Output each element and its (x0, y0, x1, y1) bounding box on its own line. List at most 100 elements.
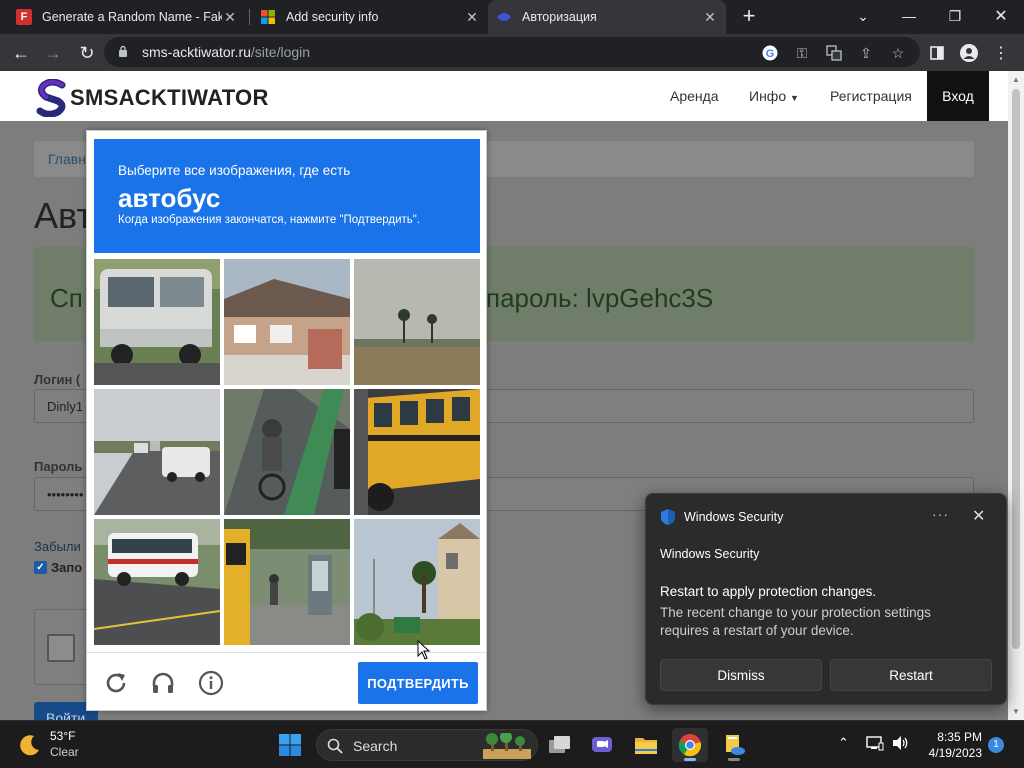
chrome-icon (678, 734, 702, 757)
challenge-hint: Когда изображения закончатся, нажмите "П… (118, 214, 421, 226)
image-tile[interactable] (354, 519, 480, 645)
profile-avatar-icon[interactable] (958, 42, 980, 64)
nav-login[interactable]: Вход (927, 71, 989, 121)
more-options-icon[interactable]: ··· (932, 506, 949, 522)
reload-icon[interactable] (102, 669, 130, 697)
active-indicator (684, 758, 696, 761)
teams-chat-button[interactable] (584, 728, 620, 762)
image-tile[interactable] (224, 519, 350, 645)
notification-badge[interactable]: 1 (988, 737, 1004, 753)
weather-temp: 53°F (50, 729, 76, 743)
file-manager-button[interactable] (716, 728, 752, 762)
network-icon[interactable] (866, 735, 884, 754)
chrome-taskbar-button[interactable] (672, 728, 708, 762)
nav-register[interactable]: Регистрация (830, 88, 912, 104)
close-window-button[interactable]: ✕ (978, 0, 1024, 32)
image-tile[interactable] (94, 259, 220, 385)
start-button[interactable] (272, 728, 308, 762)
tab-strip: F Generate a Random Name - Fake ✕ Add se… (0, 0, 1024, 34)
page-title: Авт (34, 195, 93, 236)
tab-title: Авторизация (522, 10, 597, 24)
challenge-instruction: Выберите все изображения, где есть (118, 163, 351, 178)
tab-authorization[interactable]: Авторизация ✕ (488, 0, 726, 34)
password-label: Пароль (34, 459, 83, 474)
minimize-button[interactable]: — (886, 0, 932, 32)
remember-me[interactable]: ✓ Запо (34, 560, 82, 575)
restore-button[interactable]: ❐ (932, 0, 978, 32)
recaptcha-checkbox[interactable] (47, 634, 75, 662)
toast-body: The recent change to your protection set… (660, 605, 931, 638)
image-tile[interactable] (94, 519, 220, 645)
key-icon[interactable]: ⚿ (792, 43, 812, 63)
tab-title: Add security info (286, 10, 379, 24)
search-highlight-icon (483, 733, 531, 759)
verify-button[interactable]: ПОДТВЕРДИТЬ (358, 662, 478, 704)
caret-down-icon: ▼ (790, 93, 799, 103)
side-panel-icon[interactable] (926, 42, 948, 64)
system-clock[interactable]: 8:35 PM 4/19/2023 (918, 729, 982, 761)
scroll-up-icon[interactable]: ▲ (1012, 75, 1020, 84)
forward-arrow-icon[interactable]: → (40, 40, 66, 66)
reload-icon[interactable]: ↻ (74, 40, 100, 66)
running-indicator (728, 758, 740, 761)
image-tile[interactable] (94, 389, 220, 515)
scroll-down-icon[interactable]: ▼ (1012, 707, 1020, 716)
tab-security-info[interactable]: Add security info ✕ (252, 0, 488, 34)
dismiss-button[interactable]: Dismiss (660, 659, 822, 691)
checkbox-checked-icon[interactable]: ✓ (34, 561, 47, 574)
google-icon[interactable]: G (760, 43, 780, 63)
scroll-thumb[interactable] (1012, 89, 1020, 649)
share-icon[interactable]: ⇪ (856, 43, 876, 63)
info-icon[interactable] (197, 669, 225, 697)
windows-taskbar: 53°F Clear Search ⌃ 8:35 PM 4/19/2023 1 (0, 720, 1024, 768)
password-value: •••••••• (47, 487, 84, 502)
image-grid (94, 259, 480, 645)
close-icon[interactable]: ✕ (222, 9, 238, 26)
menu-kebab-icon[interactable]: ⋮ (990, 42, 1012, 64)
url-text: sms-acktiwator.ru/site/login (142, 44, 310, 60)
recaptcha-challenge: Выберите все изображения, где есть автоб… (86, 130, 487, 711)
volume-icon[interactable] (892, 735, 910, 754)
taskbar-search[interactable]: Search (316, 729, 538, 761)
nav-info[interactable]: Инфо ▼ (749, 88, 799, 104)
translate-icon[interactable] (824, 43, 844, 63)
tab-fake-name[interactable]: F Generate a Random Name - Fake ✕ (8, 0, 246, 34)
close-icon[interactable]: ✕ (972, 506, 985, 526)
image-tile[interactable] (354, 389, 480, 515)
files-cloud-icon (726, 735, 745, 755)
task-view-button[interactable] (542, 728, 578, 762)
site-logo[interactable]: SMSACKTIWATOR (36, 78, 269, 118)
file-explorer-button[interactable] (628, 728, 664, 762)
bookmark-star-icon[interactable]: ☆ (888, 43, 908, 63)
close-icon[interactable]: ✕ (464, 9, 480, 26)
shield-icon (661, 509, 675, 525)
challenge-target: автобус (118, 183, 221, 213)
alert-password-text: пароль: lvpGehc3S (486, 283, 714, 313)
windows-security-toast: Windows Security ··· ✕ Windows Security … (645, 493, 1007, 705)
address-bar[interactable]: sms-acktiwator.ru/site/login G ⚿ ⇪ ☆ (104, 37, 920, 67)
windows-logo-icon (279, 734, 301, 756)
weather-widget[interactable]: 53°F Clear (18, 729, 79, 759)
fakename-favicon-icon: F (16, 9, 32, 25)
url-host: sms-acktiwator.ru (142, 44, 251, 60)
image-tile[interactable] (224, 389, 350, 515)
logo-s-icon (36, 78, 68, 118)
breadcrumb-home[interactable]: Главн (48, 151, 86, 167)
page-scrollbar[interactable]: ▲ ▼ (1008, 71, 1024, 720)
toast-header: Windows Security (660, 547, 760, 561)
forgot-password-link[interactable]: Забыли (34, 539, 81, 554)
chevron-up-icon[interactable]: ⌃ (838, 735, 849, 751)
new-tab-button[interactable]: + (737, 5, 761, 29)
weather-condition: Clear (50, 745, 79, 759)
image-tile[interactable] (354, 259, 480, 385)
back-arrow-icon[interactable]: ← (8, 40, 34, 66)
image-tile[interactable] (224, 259, 350, 385)
mouse-cursor-icon (417, 640, 431, 660)
audio-icon[interactable] (149, 669, 177, 697)
close-icon[interactable]: ✕ (702, 9, 718, 26)
tab-search-chevron-icon[interactable]: ⌄ (840, 0, 886, 32)
nav-rent[interactable]: Аренда (670, 88, 719, 104)
restart-button[interactable]: Restart (830, 659, 992, 691)
url-path: /site/login (250, 44, 311, 60)
clock-date: 4/19/2023 (928, 746, 982, 760)
